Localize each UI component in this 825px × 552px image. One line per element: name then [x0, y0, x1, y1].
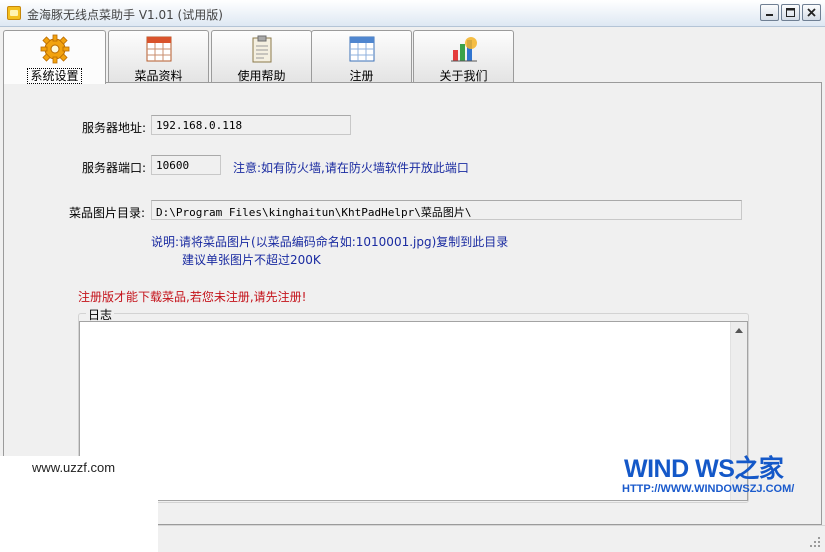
- tab-register[interactable]: 注册: [311, 30, 412, 83]
- windows-url-watermark: HTTP://WWW.WINDOWSZJ.COM/: [622, 483, 795, 495]
- scroll-up-icon[interactable]: [735, 328, 743, 333]
- calendar-icon: [146, 36, 171, 62]
- server-address-input[interactable]: 192.168.0.118: [151, 115, 351, 135]
- tab-label: 关于我们: [439, 69, 488, 83]
- window-title: 金海豚无线点菜助手 V1.01 (试用版): [27, 8, 223, 22]
- server-port-input[interactable]: 10600: [151, 155, 221, 175]
- image-dir-label: 菜品图片目录:: [69, 206, 146, 220]
- clipboard-icon: [252, 35, 271, 63]
- windows-logo-watermark: WIND WS之家: [624, 455, 784, 483]
- chart-icon: [450, 37, 477, 62]
- tab-label: 菜品资料: [134, 69, 183, 83]
- close-button[interactable]: [802, 4, 821, 21]
- server-port-label: 服务器端口:: [82, 161, 147, 175]
- tab-dish-data[interactable]: 菜品资料: [108, 30, 209, 83]
- gear-icon: [40, 34, 69, 64]
- tab-label: 系统设置: [27, 68, 82, 84]
- tab-label: 使用帮助: [237, 69, 286, 83]
- tab-label: 注册: [349, 69, 374, 83]
- minimize-icon: [766, 14, 773, 16]
- minimize-button[interactable]: [760, 4, 779, 21]
- app-icon: [7, 6, 21, 20]
- image-dir-input[interactable]: D:\Program Files\kinghaitun\KhtPadHelpr\…: [151, 200, 742, 220]
- site-watermark: www.uzzf.com: [32, 460, 116, 475]
- tab-help[interactable]: 使用帮助: [211, 30, 312, 83]
- maximize-button[interactable]: [781, 4, 800, 21]
- tab-about-us[interactable]: 关于我们: [413, 30, 514, 83]
- register-warning: 注册版才能下载菜品,若您未注册,请先注册!: [78, 290, 307, 304]
- port-note: 注意:如有防火墙,请在防火墙软件开放此端口: [233, 161, 469, 175]
- image-note-line1: 说明:请将菜品图片(以菜品编码命名如:1010001.jpg)复制到此目录: [151, 235, 509, 249]
- calendar-grid-icon: [349, 36, 374, 62]
- server-address-label: 服务器地址:: [82, 121, 147, 135]
- close-icon: [807, 8, 816, 17]
- title-bar: 金海豚无线点菜助手 V1.01 (试用版): [0, 0, 825, 27]
- window-controls: [760, 4, 821, 21]
- image-note-line2: 建议单张图片不超过200K: [182, 253, 321, 267]
- tab-system-settings[interactable]: 系统设置: [3, 30, 106, 84]
- resize-grip-icon[interactable]: [809, 536, 821, 548]
- maximize-icon: [786, 8, 795, 17]
